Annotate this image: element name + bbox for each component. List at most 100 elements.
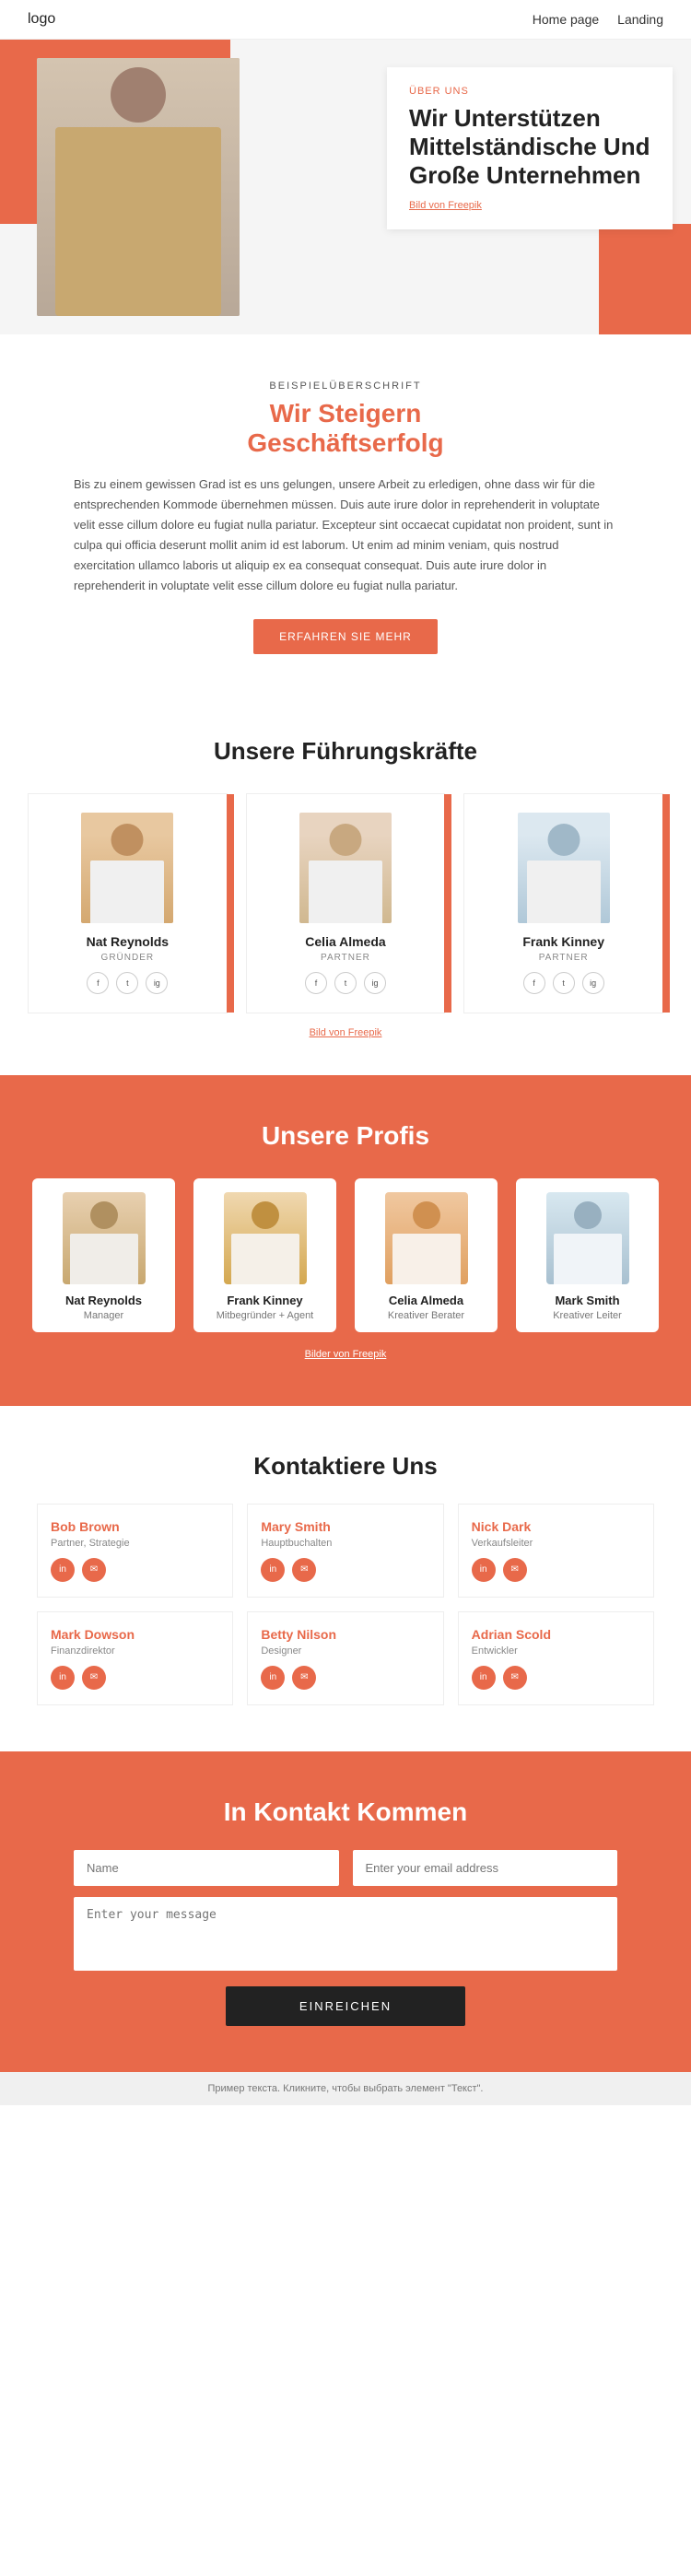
profis-role-0: Manager bbox=[46, 1310, 161, 1321]
kontakt-name-4: Betty Nilson bbox=[261, 1627, 429, 1642]
hero-section: ÜBER UNS Wir Unterstützen Mittelständisc… bbox=[0, 40, 691, 334]
linkedin-icon-3[interactable]: in bbox=[51, 1666, 75, 1690]
profis-title: Unsere Profis bbox=[28, 1121, 663, 1151]
team-name-2: Frank Kinney bbox=[478, 934, 649, 949]
kontakt-name-1: Mary Smith bbox=[261, 1519, 429, 1534]
avatar-img-0 bbox=[81, 813, 173, 923]
team-card-1: Celia Almeda PARTNER f t ig bbox=[246, 793, 446, 1013]
kontakt-pos-2: Verkaufsleiter bbox=[472, 1538, 640, 1549]
kontakt-icons-4: in ✉ bbox=[261, 1666, 429, 1690]
kontakt-card-0: Bob Brown Partner, Strategie in ✉ bbox=[37, 1504, 233, 1598]
hero-over-uns: ÜBER UNS bbox=[409, 86, 650, 97]
linkedin-icon-0[interactable]: in bbox=[51, 1558, 75, 1582]
hero-person-image bbox=[37, 58, 240, 316]
team-social-1: f t ig bbox=[261, 972, 431, 994]
message-input[interactable] bbox=[74, 1897, 617, 1971]
kontakt-pos-1: Hauptbuchalten bbox=[261, 1538, 429, 1549]
hero-title: Wir Unterstützen Mittelständische Und Gr… bbox=[409, 104, 650, 191]
profis-section: Unsere Profis Nat Reynolds Manager Frank… bbox=[0, 1075, 691, 1406]
profis-avatar-0 bbox=[63, 1192, 146, 1284]
hero-orange-bg-bottom bbox=[599, 224, 691, 334]
hero-bild-link[interactable]: Bild von Freepik bbox=[409, 200, 650, 211]
profis-grid: Nat Reynolds Manager Frank Kinney Mitbeg… bbox=[28, 1178, 663, 1332]
section-geschaeft: BEISPIELÜBERSCHRIFT Wir Steigern Geschäf… bbox=[0, 334, 691, 700]
email-input[interactable] bbox=[353, 1850, 618, 1886]
profis-role-2: Kreativer Berater bbox=[369, 1310, 484, 1321]
facebook-icon-1[interactable]: f bbox=[305, 972, 327, 994]
twitter-icon-1[interactable]: t bbox=[334, 972, 357, 994]
name-input[interactable] bbox=[74, 1850, 339, 1886]
facebook-icon-0[interactable]: f bbox=[87, 972, 109, 994]
team-card-2: Frank Kinney PARTNER f t ig bbox=[463, 793, 663, 1013]
kontakt-name-2: Nick Dark bbox=[472, 1519, 640, 1534]
team-role-2: PARTNER bbox=[478, 953, 649, 963]
team-grid: Nat Reynolds GRÜNDER f t ig Celia Almeda… bbox=[28, 793, 663, 1013]
form-row-1 bbox=[74, 1850, 617, 1886]
profis-name-1: Frank Kinney bbox=[207, 1294, 322, 1307]
footer-note: Пример текста. Кликните, чтобы выбрать э… bbox=[0, 2072, 691, 2105]
kontakt-title: Kontaktiere Uns bbox=[37, 1452, 654, 1481]
kontakt-card-1: Mary Smith Hauptbuchalten in ✉ bbox=[247, 1504, 443, 1598]
hero-image bbox=[37, 58, 240, 316]
email-icon-4[interactable]: ✉ bbox=[292, 1666, 316, 1690]
kontakt-pos-0: Partner, Strategie bbox=[51, 1538, 219, 1549]
inkontakt-section: In Kontakt Kommen EINREICHEN bbox=[0, 1751, 691, 2072]
kontakt-icons-0: in ✉ bbox=[51, 1558, 219, 1582]
kontakt-name-5: Adrian Scold bbox=[472, 1627, 640, 1642]
linkedin-icon-1[interactable]: in bbox=[261, 1558, 285, 1582]
section2-title-orange: Geschäftserfolg bbox=[247, 428, 443, 457]
team-avatar-2 bbox=[518, 813, 610, 923]
instagram-icon-2[interactable]: ig bbox=[582, 972, 604, 994]
profis-bilder-link[interactable]: Bilder von Freepik bbox=[28, 1349, 663, 1360]
kontakt-icons-5: in ✉ bbox=[472, 1666, 640, 1690]
profis-name-0: Nat Reynolds bbox=[46, 1294, 161, 1307]
team-social-2: f t ig bbox=[478, 972, 649, 994]
email-icon-5[interactable]: ✉ bbox=[503, 1666, 527, 1690]
navigation: logo Home page Landing bbox=[0, 0, 691, 40]
kontakt-pos-4: Designer bbox=[261, 1645, 429, 1657]
kontakt-icons-1: in ✉ bbox=[261, 1558, 429, 1582]
team-name-1: Celia Almeda bbox=[261, 934, 431, 949]
instagram-icon-0[interactable]: ig bbox=[146, 972, 168, 994]
team-name-0: Nat Reynolds bbox=[42, 934, 213, 949]
team-avatar-0 bbox=[81, 813, 173, 923]
linkedin-icon-4[interactable]: in bbox=[261, 1666, 285, 1690]
erfahren-button[interactable]: ERFAHREN SIE MEHR bbox=[253, 619, 438, 654]
profis-card-3: Mark Smith Kreativer Leiter bbox=[516, 1178, 659, 1332]
instagram-icon-1[interactable]: ig bbox=[364, 972, 386, 994]
profis-role-3: Kreativer Leiter bbox=[530, 1310, 645, 1321]
kontakt-name-0: Bob Brown bbox=[51, 1519, 219, 1534]
logo: logo bbox=[28, 11, 55, 28]
email-icon-0[interactable]: ✉ bbox=[82, 1558, 106, 1582]
submit-button[interactable]: EINREICHEN bbox=[226, 1986, 465, 2026]
profis-card-1: Frank Kinney Mitbegründer + Agent bbox=[193, 1178, 336, 1332]
kontakt-pos-5: Entwickler bbox=[472, 1645, 640, 1657]
email-icon-2[interactable]: ✉ bbox=[503, 1558, 527, 1582]
section2-body: Bis zu einem gewissen Grad ist es uns ge… bbox=[74, 474, 617, 597]
profis-card-2: Celia Almeda Kreativer Berater bbox=[355, 1178, 498, 1332]
profis-avatar-1 bbox=[224, 1192, 307, 1284]
nav-home[interactable]: Home page bbox=[533, 12, 599, 27]
hero-text-box: ÜBER UNS Wir Unterstützen Mittelständisc… bbox=[387, 67, 673, 229]
beispiel-label: BEISPIELÜBERSCHRIFT bbox=[74, 381, 617, 392]
kontakt-pos-3: Finanzdirektor bbox=[51, 1645, 219, 1657]
profis-avatar-3 bbox=[546, 1192, 629, 1284]
section2-title: Wir Steigern Geschäftserfolg bbox=[74, 399, 617, 458]
email-icon-3[interactable]: ✉ bbox=[82, 1666, 106, 1690]
twitter-icon-0[interactable]: t bbox=[116, 972, 138, 994]
profis-role-1: Mitbegründer + Agent bbox=[207, 1310, 322, 1321]
kontakt-icons-2: in ✉ bbox=[472, 1558, 640, 1582]
team-avatar-1 bbox=[299, 813, 392, 923]
avatar-img-1 bbox=[299, 813, 392, 923]
team-card-0: Nat Reynolds GRÜNDER f t ig bbox=[28, 793, 228, 1013]
twitter-icon-2[interactable]: t bbox=[553, 972, 575, 994]
facebook-icon-2[interactable]: f bbox=[523, 972, 545, 994]
nav-landing[interactable]: Landing bbox=[617, 12, 663, 27]
linkedin-icon-2[interactable]: in bbox=[472, 1558, 496, 1582]
profis-name-2: Celia Almeda bbox=[369, 1294, 484, 1307]
kontakt-card-3: Mark Dowson Finanzdirektor in ✉ bbox=[37, 1611, 233, 1705]
team-bild-link[interactable]: Bild von Freepik bbox=[28, 1027, 663, 1038]
linkedin-icon-5[interactable]: in bbox=[472, 1666, 496, 1690]
kontakt-name-3: Mark Dowson bbox=[51, 1627, 219, 1642]
email-icon-1[interactable]: ✉ bbox=[292, 1558, 316, 1582]
